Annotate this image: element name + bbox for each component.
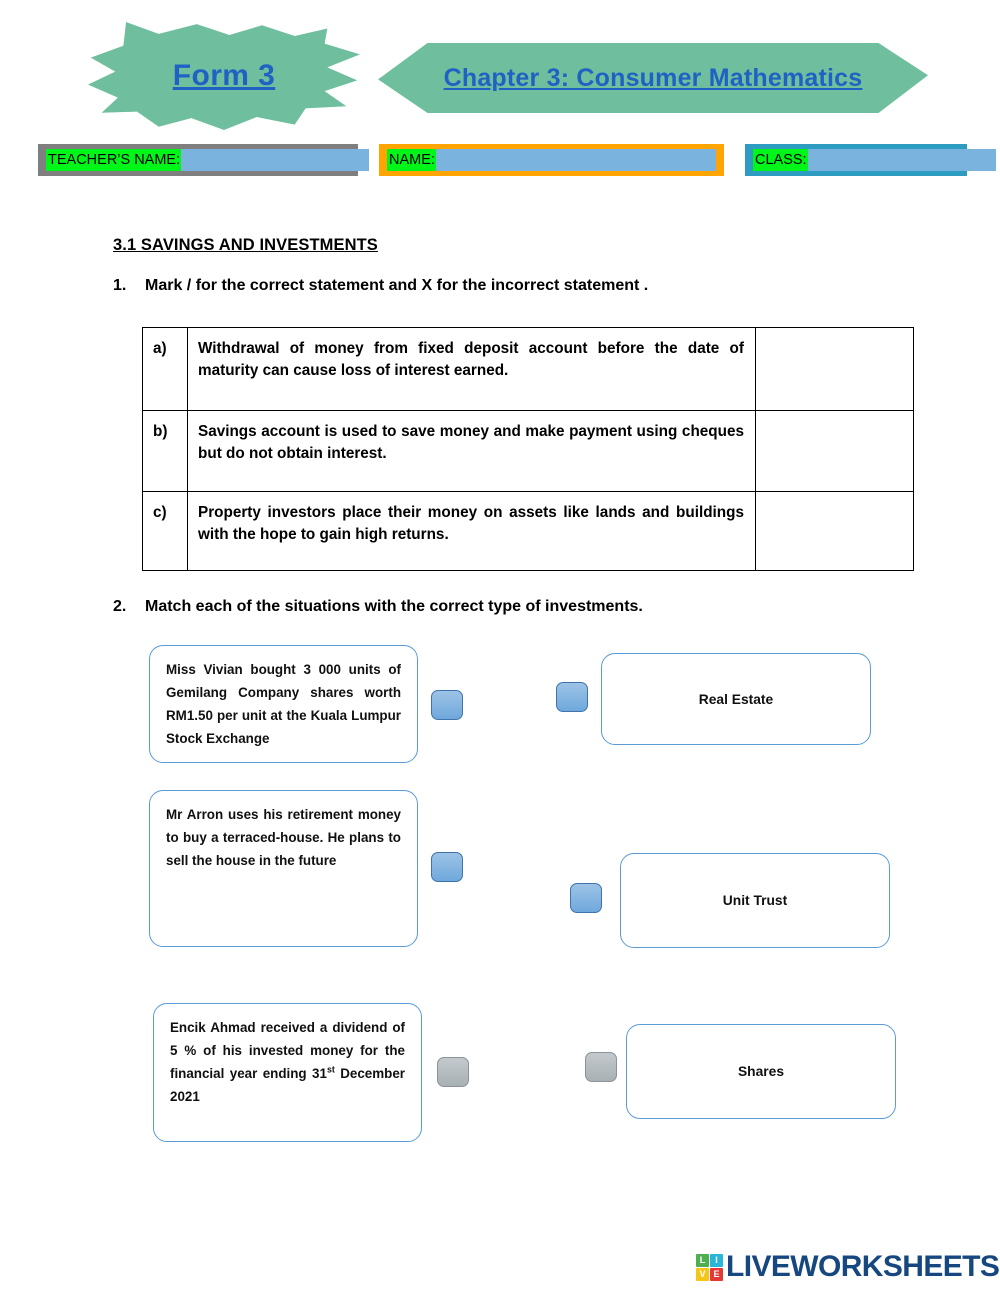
row-statement: Withdrawal of money from fixed deposit a…: [187, 327, 756, 411]
investment-connector-1[interactable]: [556, 682, 588, 712]
question-1-prompt: Mark / for the correct statement and X f…: [145, 277, 649, 294]
row-answer-cell[interactable]: [755, 327, 914, 411]
student-name-input[interactable]: [434, 149, 716, 171]
chapter-banner: Chapter 3: Consumer Mathematics: [378, 43, 928, 113]
situation-connector-2[interactable]: [431, 852, 463, 882]
class-input[interactable]: [806, 149, 996, 171]
situation-box-3: Encik Ahmad received a dividend of 5 % o…: [153, 1003, 422, 1142]
form-label: Form 3: [172, 59, 276, 92]
question-1-number: 1.: [113, 277, 127, 294]
matching-exercise-area: Miss Vivian bought 3 000 units of Gemila…: [0, 0, 1000, 1291]
table-row: a) Withdrawal of money from fixed deposi…: [142, 327, 914, 411]
row-answer-cell[interactable]: [755, 410, 914, 492]
table-row: b) Savings account is used to save money…: [142, 410, 914, 492]
teacher-name-label: TEACHER’S NAME:: [46, 149, 182, 171]
form-burst-banner: Form 3: [88, 22, 360, 130]
investment-box-shares: Shares: [626, 1024, 896, 1119]
teacher-name-field-group: TEACHER’S NAME:: [38, 144, 370, 176]
row-marker: a): [142, 327, 188, 411]
row-statement: Savings account is used to save money an…: [187, 410, 756, 492]
logo-tile-l: L: [696, 1253, 709, 1267]
investment-connector-2[interactable]: [570, 883, 602, 913]
row-answer-cell[interactable]: [755, 491, 914, 571]
situation-connector-3[interactable]: [437, 1057, 469, 1087]
ordinal-suffix: st: [326, 1064, 335, 1075]
investment-label: Unit Trust: [722, 893, 788, 908]
section-title: 3.1 SAVINGS AND INVESTMENTS: [113, 236, 378, 254]
class-label: CLASS:: [753, 149, 808, 171]
situation-connector-1[interactable]: [431, 690, 463, 720]
liveworksheets-tiles-icon: L I V E: [696, 1253, 723, 1281]
table-row: c) Property investors place their money …: [142, 491, 914, 571]
statements-table: a) Withdrawal of money from fixed deposi…: [142, 327, 914, 571]
row-statement: Property investors place their money on …: [187, 491, 756, 571]
header-banner-area: Form 3 Chapter 3: Consumer Mathematics: [0, 0, 1000, 130]
logo-tile-i: I: [710, 1253, 723, 1267]
investment-label: Shares: [737, 1064, 785, 1079]
student-name-label: NAME:: [387, 149, 436, 171]
liveworksheets-logo: L I V E LIVEWORKSHEETS: [696, 1250, 1000, 1284]
investment-label: Real Estate: [698, 691, 774, 707]
logo-tile-e: E: [710, 1267, 723, 1281]
investment-box-real-estate: Real Estate: [601, 653, 871, 745]
row-marker: b): [142, 410, 188, 492]
liveworksheets-wordmark: LIVEWORKSHEETS: [726, 1250, 1000, 1283]
chapter-label: Chapter 3: Consumer Mathematics: [443, 63, 863, 92]
logo-tile-v: V: [696, 1267, 709, 1281]
question-1-heading: 1. Mark / for the correct statement and …: [113, 277, 648, 295]
question-2-prompt: Match each of the situations with the co…: [145, 598, 643, 615]
question-2-number: 2.: [113, 598, 127, 615]
investment-connector-3[interactable]: [585, 1052, 617, 1082]
question-2-heading: 2. Match each of the situations with the…: [113, 598, 643, 616]
investment-box-unit-trust: Unit Trust: [620, 853, 890, 948]
row-marker: c): [142, 491, 188, 571]
situation-box-2: Mr Arron uses his retirement money to bu…: [149, 790, 418, 947]
student-name-field-group: NAME:: [379, 144, 724, 176]
teacher-name-input[interactable]: [180, 149, 370, 171]
class-field-group: CLASS:: [745, 144, 996, 176]
situation-box-1: Miss Vivian bought 3 000 units of Gemila…: [149, 645, 418, 763]
